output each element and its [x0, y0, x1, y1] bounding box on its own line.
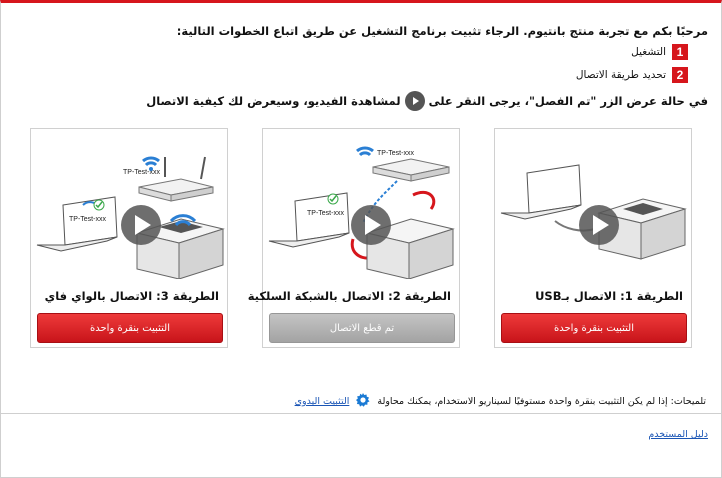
method-card-wifi: TP-Test-xxx TP-Test-xxx الطريقة 3: الاتص… [30, 128, 228, 348]
user-guide-area: دليل المستخدم [648, 429, 708, 440]
manual-install-link[interactable]: التثبيت اليدوي [295, 396, 350, 407]
method-2-title: الطريقة 2: الاتصال بالشبكة السلكية [247, 289, 451, 303]
step-label: تحديد طريقة الاتصال [575, 69, 666, 81]
wifi-connection-illustration: TP-Test-xxx TP-Test-xxx [36, 156, 225, 279]
user-guide-link[interactable]: دليل المستخدم [648, 429, 708, 440]
method-card-wired: TP-Test-xxx TP-Test-xxx الطريقة 2: الاتص… [248, 128, 460, 348]
step-number: 2 [672, 67, 688, 83]
method-3-title: الطريقة 3: الاتصال بالواي فاي [44, 289, 219, 303]
hint-text-end: لمشاهدة الفيديو، وسيعرض لك كيفية الاتصال [146, 94, 401, 108]
tips-text: تلميحات: إذا لم يكن التثبيت بنقرة واحدة … [377, 396, 706, 407]
step-label: التشغيل [631, 46, 666, 58]
method-1-title: الطريقة 1: الاتصال بـUSB [535, 289, 683, 303]
divider [1, 413, 721, 414]
step-1: 1 التشغيل [631, 44, 688, 60]
laptop-label: TP-Test-xxx [307, 210, 344, 217]
welcome-text: مرحبًا بكم مع تجربة منتج بانتيوم. الرجاء… [176, 24, 708, 38]
step-number: 1 [672, 44, 688, 60]
gear-icon [355, 392, 371, 411]
router-label: TP-Test-xxx [377, 150, 414, 157]
one-click-install-button-wifi[interactable]: التثبيت بنقرة واحدة [37, 313, 223, 343]
router-label: TP-Test-xxx [123, 169, 160, 176]
video-hint: في حالة عرض الزر "تم الفصل"، يرجى النقر … [146, 91, 708, 111]
one-click-install-button-usb[interactable]: التثبيت بنقرة واحدة [501, 313, 687, 343]
usb-connection-illustration [500, 164, 687, 260]
disconnected-button[interactable]: تم قطع الاتصال [269, 313, 455, 343]
wired-connection-illustration: TP-Test-xxx TP-Test-xxx [268, 146, 455, 279]
step-2: 2 تحديد طريقة الاتصال [576, 67, 688, 83]
hint-text-start: في حالة عرض الزر "تم الفصل"، يرجى النقر … [428, 94, 708, 108]
method-card-usb: الطريقة 1: الاتصال بـUSB التثبيت بنقرة و… [494, 128, 692, 348]
play-icon [404, 91, 425, 111]
tips-row: تلميحات: إذا لم يكن التثبيت بنقرة واحدة … [295, 392, 706, 411]
laptop-label: TP-Test-xxx [69, 216, 106, 223]
